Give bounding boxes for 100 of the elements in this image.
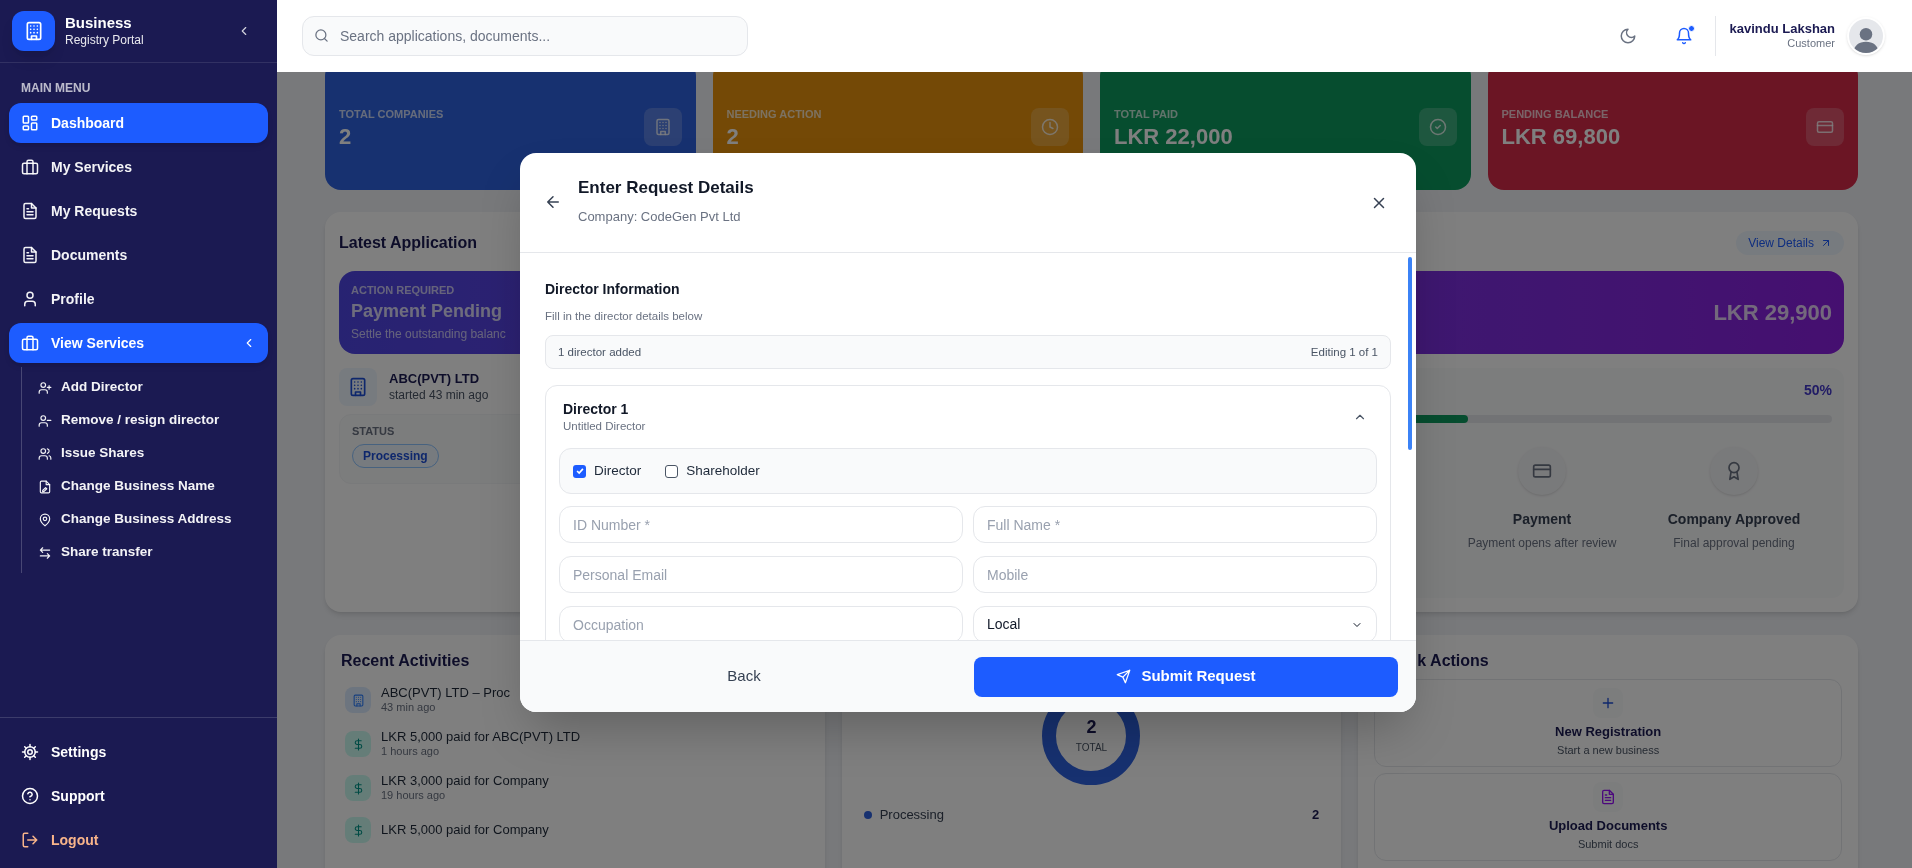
- activity-text: ABC(PVT) LTD – Proc: [381, 685, 511, 702]
- input-field[interactable]: ID Number *: [559, 506, 963, 544]
- donut-total: 2: [1086, 717, 1097, 736]
- brand-subtitle: Registry Portal: [65, 32, 145, 48]
- company-name: ABC(PVT) LTD: [389, 371, 481, 388]
- status-badge: Processing: [352, 443, 439, 468]
- input-field[interactable]: Personal Email: [559, 556, 963, 594]
- user-minus-icon: [38, 413, 52, 428]
- map-pin-icon: [38, 512, 52, 527]
- card-title: Latest Application: [339, 233, 478, 254]
- check-circle-icon: [1428, 118, 1447, 136]
- credit-card-icon: [1816, 118, 1834, 136]
- stat-value: 2: [339, 122, 353, 150]
- banner-note: Settle the outstanding balanc: [351, 326, 506, 344]
- settings-icon: [21, 743, 39, 761]
- role-checkbox[interactable]: Shareholder: [665, 461, 760, 482]
- notification-bell-icon[interactable]: [1674, 27, 1693, 45]
- donut-label: TOTAL: [1075, 740, 1108, 755]
- status-label: STATUS: [352, 424, 395, 439]
- sidebar-item[interactable]: My Requests: [9, 191, 268, 231]
- submit-button[interactable]: Submit Request: [974, 656, 1398, 697]
- help-icon: [21, 787, 39, 805]
- step-note: Payment opens after review: [1467, 535, 1617, 552]
- document-icon: [1600, 789, 1617, 805]
- building-icon: [653, 118, 672, 136]
- legend-count: 2: [1312, 806, 1320, 824]
- stat-label: TOTAL PAID: [1114, 107, 1179, 122]
- activity-text: LKR 3,000 paid for Company: [381, 773, 549, 790]
- search-icon: [314, 28, 329, 43]
- quick-action-tile[interactable]: Upload Documents Submit docs: [1374, 773, 1842, 861]
- moon-icon[interactable]: [1618, 27, 1637, 45]
- director-subtitle: Untitled Director: [563, 418, 646, 434]
- user-icon: [21, 290, 39, 308]
- stat-label: TOTAL COMPANIES: [339, 107, 444, 122]
- progress-percent: 50%: [1803, 381, 1832, 400]
- scrollbar-thumb[interactable]: [1408, 257, 1412, 450]
- input-field[interactable]: Mobile: [973, 556, 1377, 594]
- sidebar-item[interactable]: Profile: [9, 279, 268, 319]
- card-title: Recent Activities: [341, 651, 471, 671]
- sidebar-item[interactable]: View Services: [9, 323, 268, 363]
- avatar[interactable]: [1847, 17, 1885, 55]
- activity-time: 19 hours ago: [381, 789, 447, 803]
- activity-text: LKR 5,000 paid for ABC(PVT) LTD: [381, 729, 581, 746]
- sidebar-item[interactable]: Documents: [9, 235, 268, 275]
- stat-label: NEEDING ACTION: [726, 107, 822, 122]
- section-note: Fill in the director details below: [545, 309, 704, 324]
- credit-card-icon: [1532, 461, 1552, 481]
- checkmark-icon: [574, 466, 585, 477]
- banner-eyebrow: ACTION REQUIRED: [351, 282, 456, 298]
- clock-icon: [1041, 118, 1059, 136]
- back-button[interactable]: Back: [520, 656, 968, 697]
- submenu-item[interactable]: Change Business Address: [38, 503, 268, 536]
- document-icon: [21, 246, 39, 264]
- submenu-item[interactable]: Share transfer: [38, 536, 268, 569]
- document-icon: [21, 202, 39, 220]
- grid-icon: [21, 114, 39, 132]
- logout-icon: [21, 831, 39, 849]
- sidebar-item[interactable]: My Services: [9, 147, 268, 187]
- modal-title: Enter Request Details: [578, 177, 755, 199]
- modal-subtitle: Company: CodeGen Pvt Ltd: [578, 207, 742, 226]
- company-started: started 43 min ago: [389, 387, 489, 403]
- sidebar-item[interactable]: Support: [9, 776, 268, 816]
- banner-title: Payment Pending: [351, 300, 504, 324]
- user-name: kavindu Lakshan: [1729, 21, 1835, 38]
- activity-time: 43 min ago: [381, 701, 437, 715]
- sidebar-item[interactable]: Settings: [9, 732, 268, 772]
- briefcase-icon: [21, 334, 39, 352]
- summary-editing: Editing 1 of 1: [1310, 344, 1378, 360]
- submenu-item[interactable]: Remove / resign director: [38, 404, 268, 437]
- send-icon: [1116, 669, 1132, 684]
- input-field[interactable]: Full Name *: [973, 506, 1377, 544]
- building-logo-icon: [12, 11, 55, 51]
- arrows-icon: [38, 545, 52, 560]
- logout-button[interactable]: Logout: [9, 820, 268, 860]
- submenu-item[interactable]: Change Business Name: [38, 470, 268, 503]
- brand-title: Business: [65, 14, 133, 33]
- card-title: k Actions: [1416, 651, 1490, 671]
- section-title: Director Information: [545, 280, 681, 299]
- step-note: Final approval pending: [1673, 535, 1795, 552]
- building-icon: [351, 693, 365, 707]
- stat-value: 2: [726, 122, 740, 150]
- users-icon: [38, 446, 52, 461]
- document-pen-icon: [38, 479, 52, 494]
- submenu-item[interactable]: Issue Shares: [38, 437, 268, 470]
- legend-label: Processing: [879, 806, 945, 824]
- step-title: Payment: [1512, 510, 1572, 529]
- submenu-item[interactable]: Add Director: [38, 371, 268, 404]
- activity-time: 1 hours ago: [381, 745, 441, 759]
- stat-value: LKR 22,000: [1114, 122, 1233, 150]
- search-field[interactable]: Search applications, documents...: [302, 16, 748, 56]
- stat-value: LKR 69,800: [1501, 122, 1621, 150]
- section-label: MAIN MENU: [20, 80, 92, 97]
- director-title: Director 1: [563, 401, 630, 419]
- user-plus-icon: [38, 380, 52, 395]
- banner-amount: LKR 29,900: [1713, 298, 1832, 327]
- briefcase-icon: [21, 158, 39, 176]
- user-role: Customer: [1787, 37, 1835, 51]
- step-title: Company Approved: [1667, 510, 1801, 529]
- sidebar-item[interactable]: Dashboard: [9, 103, 268, 143]
- role-checkbox[interactable]: Director: [573, 461, 642, 482]
